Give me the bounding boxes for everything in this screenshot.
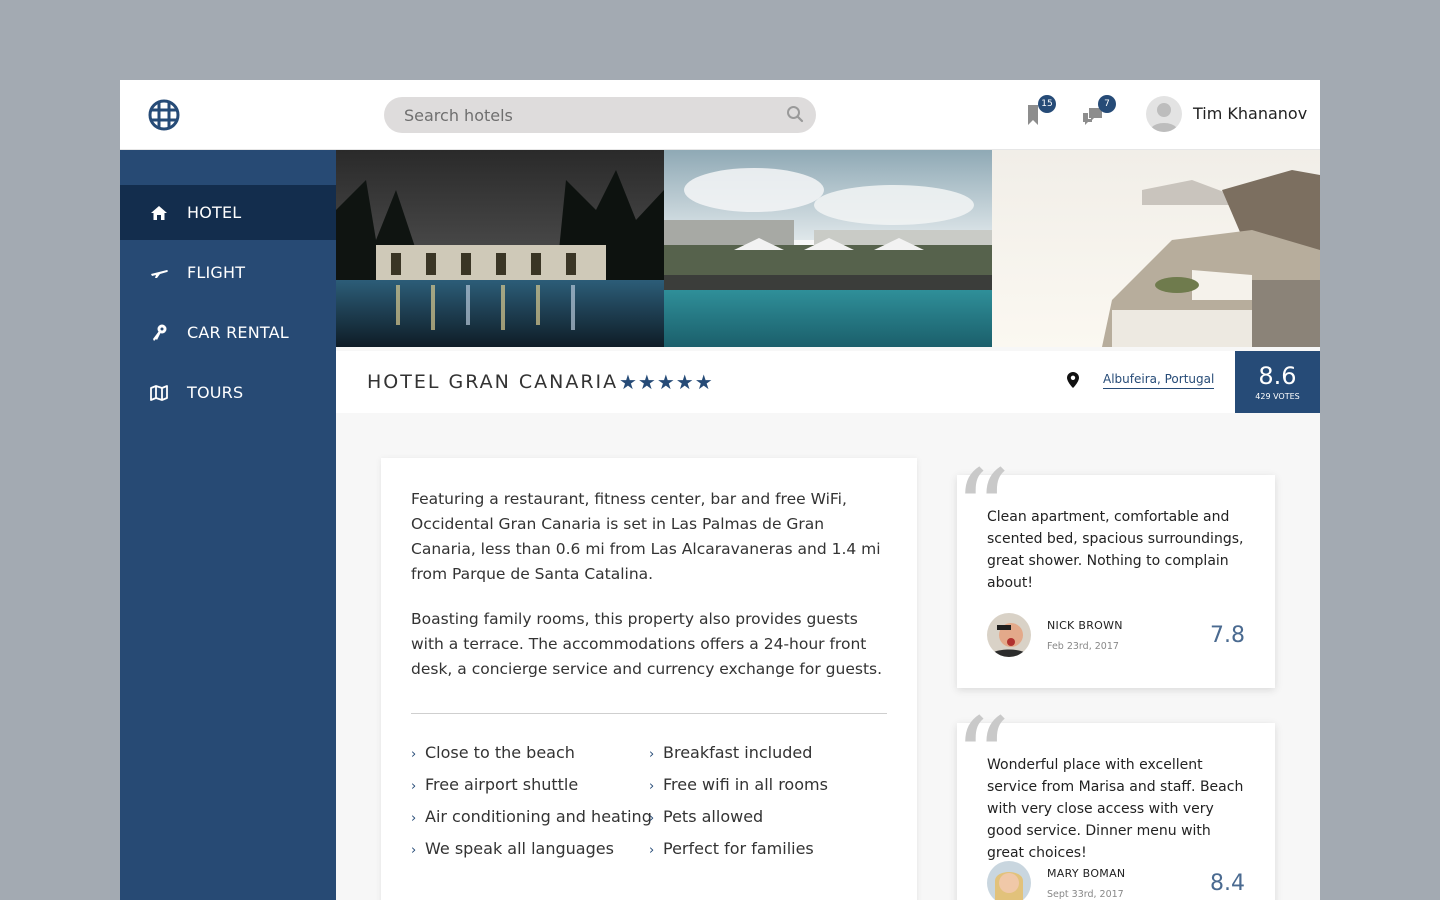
review-text: Clean apartment, comfortable and scented… [987,509,1244,591]
reviewer-name: MARY BOMAN [1047,867,1126,880]
reviewer-avatar [987,861,1031,900]
review-date: Sept 33rd, 2017 [1047,889,1124,900]
review-card: “ Clean apartment, comfortable and scent… [954,455,1275,688]
app-window: 15 7 Tim Khananov HOTEL [120,80,1320,900]
amenity-item: › We speak all languages [411,839,614,858]
hotel-votes: 429 VOTES [1255,392,1300,401]
review-score: 7.8 [1210,623,1245,648]
description-paragraph: Featuring a restaurant, fitness center, … [411,490,881,583]
user-silhouette-icon [1150,103,1178,132]
hotel-name: HOTEL GRAN CANARIA [367,371,619,393]
review-text: Wonderful place with excellent service f… [987,757,1244,861]
star-rating: ★★★★★ [619,370,714,394]
chevron-right-icon: › [649,747,655,762]
sidebar-item-label: FLIGHT [187,263,246,282]
hotel-score-box: 8.6 429 VOTES [1235,351,1320,413]
hotel-photo-night-pool[interactable] [336,150,664,347]
chevron-right-icon: › [411,747,417,762]
chevron-right-icon: › [411,843,417,858]
amenity-item: › Free airport shuttle [411,775,579,794]
hotel-photo-gallery [336,150,1320,347]
hotel-photo-day-pool[interactable] [664,150,992,347]
amenity-item: › Free wifi in all rooms [649,775,828,794]
globe-logo-icon[interactable] [148,99,180,131]
hotel-score: 8.6 [1258,362,1297,390]
location-link[interactable]: Albufeira, Portugal [1103,372,1215,389]
description-paragraph: Boasting family rooms, this property als… [411,610,883,678]
messages-button[interactable]: 7 [1080,95,1116,128]
top-header: 15 7 Tim Khananov [120,80,1320,150]
hotel-photo-terrace-view[interactable] [992,150,1320,347]
message-count-badge: 7 [1098,95,1116,113]
sidebar-item-label: HOTEL [187,203,242,222]
chevron-right-icon: › [649,843,655,858]
bookmarks-button[interactable]: 15 [1020,95,1056,128]
sidebar-nav: HOTEL FLIGHT CAR RENTAL TOURS [120,150,336,900]
search-bar [384,97,816,133]
search-input[interactable] [404,97,774,133]
description-card: Featuring a restaurant, fitness center, … [381,458,917,900]
search-icon[interactable] [786,105,804,123]
plane-icon [149,263,169,283]
amenity-item: › Air conditioning and heating [411,807,652,826]
review-card: “ Wonderful place with excellent service… [954,703,1275,900]
divider [411,713,887,714]
sidebar-item-label: TOURS [187,383,244,402]
reviewer-avatar [987,613,1031,657]
location-pin-icon [1067,372,1079,388]
sidebar-item-flight[interactable]: FLIGHT [120,245,336,300]
bookmark-count-badge: 15 [1038,95,1056,113]
amenity-item: › Perfect for families [649,839,814,858]
amenity-item: › Close to the beach [411,743,575,762]
reviewer-name: NICK BROWN [1047,619,1123,632]
map-icon [149,383,169,403]
user-name[interactable]: Tim Khananov [1193,104,1307,123]
chevron-right-icon: › [649,779,655,794]
sidebar-item-label: CAR RENTAL [187,323,289,342]
chevron-right-icon: › [411,811,417,826]
description-text: Featuring a restaurant, fitness center, … [411,487,891,682]
review-score: 8.4 [1210,871,1245,896]
user-avatar[interactable] [1146,96,1182,132]
hotel-title-bar: HOTEL GRAN CANARIA ★★★★★ Albufeira, Port… [336,351,1320,413]
chevron-right-icon: › [411,779,417,794]
sidebar-item-tours[interactable]: TOURS [120,365,336,420]
home-icon [149,203,169,223]
sidebar-item-car-rental[interactable]: CAR RENTAL [120,305,336,360]
amenity-item: › Pets allowed [649,807,764,826]
sidebar-item-hotel[interactable]: HOTEL [120,185,336,240]
review-date: Feb 23rd, 2017 [1047,641,1119,652]
amenity-item: › Breakfast included [649,743,813,762]
key-icon [149,323,169,343]
chevron-right-icon: › [649,811,655,826]
